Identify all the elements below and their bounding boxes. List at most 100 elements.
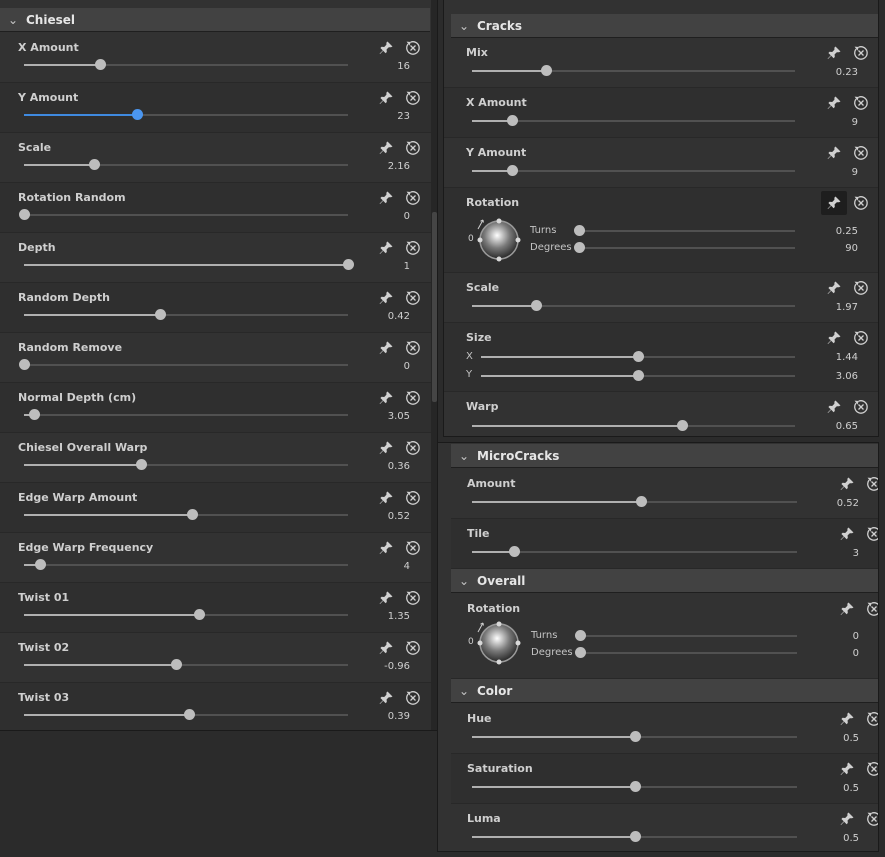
reset-icon[interactable] bbox=[852, 194, 870, 212]
color-section-header[interactable]: ⌄ Color bbox=[451, 679, 878, 703]
slider-handle[interactable] bbox=[541, 65, 553, 76]
degrees-slider[interactable] bbox=[575, 647, 797, 658]
rotation-knob[interactable] bbox=[476, 217, 522, 263]
slider-track[interactable] bbox=[24, 459, 348, 470]
slider-handle[interactable] bbox=[507, 165, 519, 176]
slider-track[interactable] bbox=[24, 309, 348, 320]
reset-icon[interactable] bbox=[404, 189, 422, 207]
reset-icon[interactable] bbox=[865, 525, 878, 543]
slider-handle[interactable] bbox=[636, 496, 647, 507]
pin-icon[interactable] bbox=[377, 139, 395, 157]
turns-slider[interactable] bbox=[575, 630, 797, 641]
reset-icon[interactable] bbox=[404, 239, 422, 257]
slider-handle[interactable] bbox=[629, 831, 641, 842]
pin-icon[interactable] bbox=[825, 329, 843, 347]
pin-icon[interactable] bbox=[838, 760, 856, 778]
slider-handle[interactable] bbox=[187, 509, 199, 520]
slider-handle[interactable] bbox=[19, 209, 30, 220]
pin-icon[interactable] bbox=[377, 189, 395, 207]
reset-icon[interactable] bbox=[852, 144, 870, 162]
reset-icon[interactable] bbox=[404, 139, 422, 157]
slider-handle[interactable] bbox=[19, 359, 30, 370]
reset-icon[interactable] bbox=[404, 439, 422, 457]
reset-icon[interactable] bbox=[865, 475, 878, 493]
slider-track[interactable] bbox=[472, 831, 797, 842]
overall-section-header[interactable]: ⌄ Overall bbox=[451, 569, 878, 593]
pin-icon[interactable] bbox=[377, 339, 395, 357]
pin-icon[interactable] bbox=[821, 191, 847, 215]
pin-icon[interactable] bbox=[838, 810, 856, 828]
size-y-slider[interactable] bbox=[481, 370, 795, 381]
size-x-slider[interactable] bbox=[481, 351, 795, 362]
slider-handle[interactable] bbox=[509, 546, 521, 557]
pin-icon[interactable] bbox=[825, 144, 843, 162]
slider-track[interactable] bbox=[472, 65, 795, 76]
slider-handle[interactable] bbox=[574, 225, 585, 236]
slider-track[interactable] bbox=[472, 546, 797, 557]
reset-icon[interactable] bbox=[865, 600, 878, 618]
slider-handle[interactable] bbox=[28, 409, 40, 420]
turns-slider[interactable] bbox=[574, 225, 795, 236]
slider-track[interactable] bbox=[472, 731, 797, 742]
cracks-section-header[interactable]: ⌄ Cracks bbox=[451, 14, 878, 38]
pin-icon[interactable] bbox=[377, 639, 395, 657]
reset-icon[interactable] bbox=[404, 489, 422, 507]
pin-icon[interactable] bbox=[377, 439, 395, 457]
reset-icon[interactable] bbox=[865, 710, 878, 728]
slider-handle[interactable] bbox=[574, 242, 585, 253]
reset-icon[interactable] bbox=[404, 539, 422, 557]
slider-handle[interactable] bbox=[629, 781, 641, 792]
pin-icon[interactable] bbox=[838, 600, 856, 618]
degrees-slider[interactable] bbox=[574, 242, 795, 253]
slider-handle[interactable] bbox=[193, 609, 205, 620]
slider-handle[interactable] bbox=[132, 109, 144, 120]
slider-handle[interactable] bbox=[95, 59, 107, 70]
slider-handle[interactable] bbox=[88, 159, 100, 170]
slider-track[interactable] bbox=[24, 709, 348, 720]
pin-icon[interactable] bbox=[838, 475, 856, 493]
microcracks-section-header[interactable]: ⌄ MicroCracks bbox=[451, 444, 878, 468]
slider-handle[interactable] bbox=[633, 370, 644, 381]
slider-track[interactable] bbox=[24, 559, 348, 570]
slider-track[interactable] bbox=[24, 609, 348, 620]
reset-icon[interactable] bbox=[404, 339, 422, 357]
pin-icon[interactable] bbox=[377, 489, 395, 507]
slider-track[interactable] bbox=[24, 509, 348, 520]
slider-track[interactable] bbox=[472, 300, 795, 311]
slider-track[interactable] bbox=[24, 659, 348, 670]
slider-track[interactable] bbox=[472, 165, 795, 176]
slider-track[interactable] bbox=[24, 59, 348, 70]
slider-handle[interactable] bbox=[184, 709, 196, 720]
reset-icon[interactable] bbox=[404, 89, 422, 107]
slider-track[interactable] bbox=[19, 209, 348, 220]
slider-track[interactable] bbox=[472, 496, 797, 507]
reset-icon[interactable] bbox=[852, 279, 870, 297]
slider-track[interactable] bbox=[19, 359, 348, 370]
slider-track[interactable] bbox=[24, 259, 354, 270]
pin-icon[interactable] bbox=[377, 89, 395, 107]
reset-icon[interactable] bbox=[404, 289, 422, 307]
pin-icon[interactable] bbox=[825, 279, 843, 297]
reset-icon[interactable] bbox=[852, 44, 870, 62]
slider-track[interactable] bbox=[472, 781, 797, 792]
slider-handle[interactable] bbox=[575, 630, 586, 641]
pin-icon[interactable] bbox=[377, 39, 395, 57]
slider-handle[interactable] bbox=[155, 309, 167, 320]
slider-handle[interactable] bbox=[171, 659, 183, 670]
slider-track[interactable] bbox=[24, 109, 348, 120]
pin-icon[interactable] bbox=[825, 44, 843, 62]
reset-icon[interactable] bbox=[852, 94, 870, 112]
slider-handle[interactable] bbox=[629, 731, 641, 742]
pin-icon[interactable] bbox=[838, 525, 856, 543]
pin-icon[interactable] bbox=[377, 389, 395, 407]
scrollbar-thumb[interactable] bbox=[432, 212, 437, 402]
slider-handle[interactable] bbox=[135, 459, 147, 470]
pin-icon[interactable] bbox=[377, 589, 395, 607]
reset-icon[interactable] bbox=[865, 760, 878, 778]
pin-icon[interactable] bbox=[377, 289, 395, 307]
reset-icon[interactable] bbox=[404, 589, 422, 607]
pin-icon[interactable] bbox=[377, 539, 395, 557]
reset-icon[interactable] bbox=[404, 689, 422, 707]
pin-icon[interactable] bbox=[377, 689, 395, 707]
pin-icon[interactable] bbox=[838, 710, 856, 728]
